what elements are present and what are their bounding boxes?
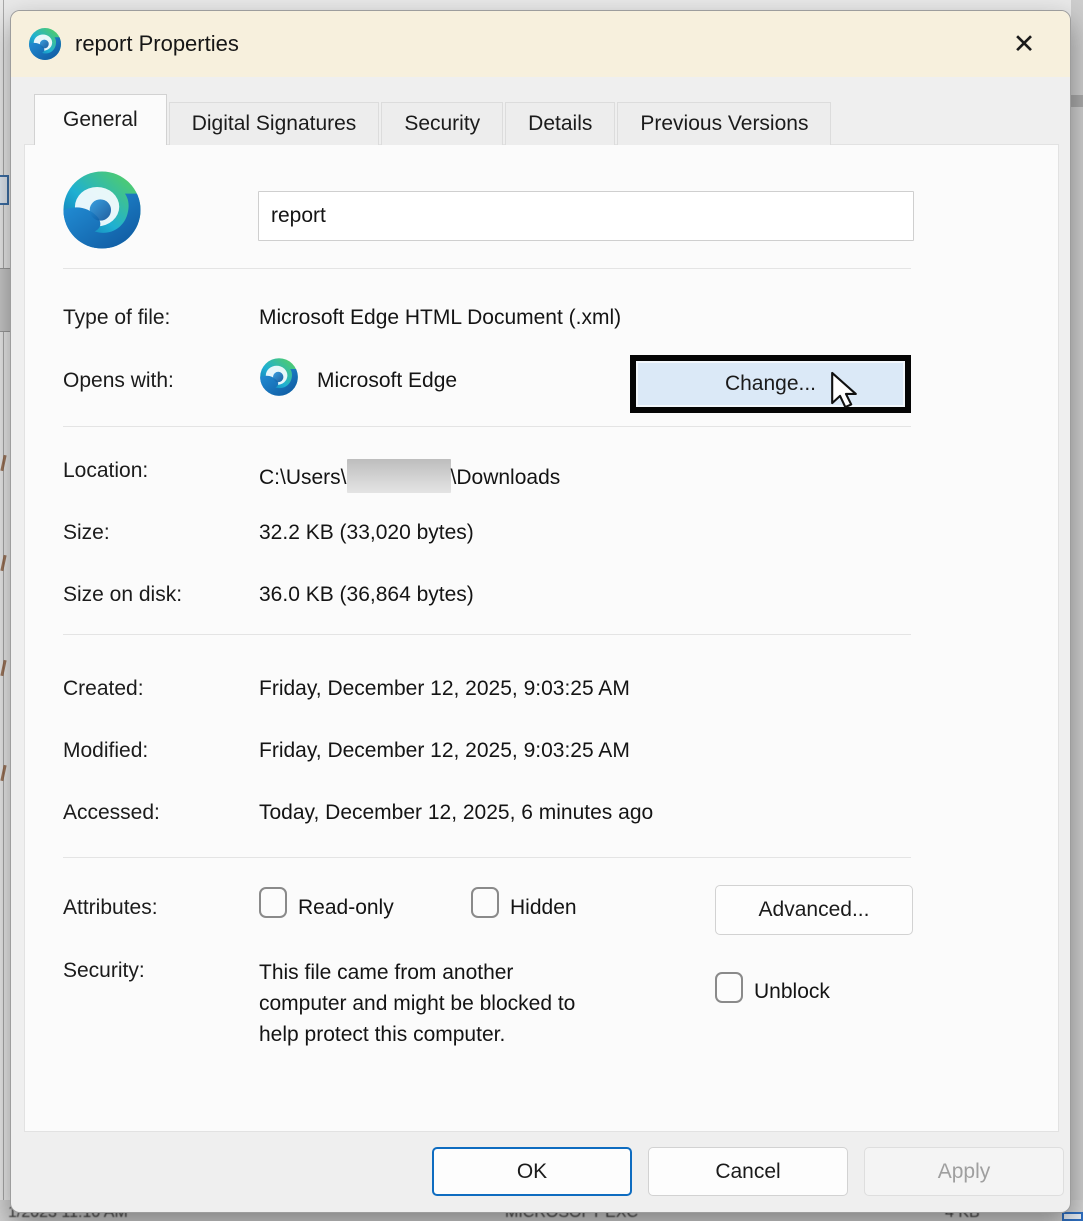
created-label: Created: [63, 677, 144, 701]
accessed-label: Accessed: [63, 801, 160, 825]
hidden-label: Hidden [510, 896, 577, 920]
attributes-label: Attributes: [63, 896, 158, 920]
security-text-line: computer and might be blocked to [259, 988, 575, 1019]
modified-label: Modified: [63, 739, 148, 763]
read-only-checkbox[interactable] [259, 887, 287, 918]
hidden-checkbox[interactable] [471, 887, 499, 918]
dialog-title: report Properties [75, 31, 239, 57]
type-of-file-value: Microsoft Edge HTML Document (.xml) [259, 306, 621, 330]
location-suffix: \Downloads [451, 466, 561, 489]
background-artifact [0, 455, 6, 471]
accessed-value: Today, December 12, 2025, 6 minutes ago [259, 801, 653, 825]
divider [63, 857, 911, 858]
tab-details[interactable]: Details [505, 102, 615, 145]
unblock-checkbox[interactable] [715, 972, 743, 1003]
background-selection-fragment [0, 175, 9, 205]
unblock-label: Unblock [754, 980, 830, 1004]
size-label: Size: [63, 521, 110, 545]
properties-dialog: report Properties ✕ General Digital Sign… [10, 10, 1071, 1213]
mouse-cursor-icon [823, 369, 865, 411]
background-artifact [0, 765, 6, 781]
change-button-label: Change... [725, 372, 816, 396]
security-text-line: This file came from another [259, 957, 575, 988]
location-value: C:\Users\ \Downloads [259, 459, 560, 493]
tab-bar: General Digital Signatures Security Deta… [34, 94, 833, 145]
tab-security[interactable]: Security [381, 102, 503, 145]
security-text-line: help protect this computer. [259, 1019, 575, 1050]
size-on-disk-value: 36.0 KB (36,864 bytes) [259, 583, 474, 607]
edge-icon [28, 27, 62, 61]
type-of-file-label: Type of file: [63, 306, 170, 330]
background-focus-fragment [1062, 1212, 1083, 1221]
tab-general[interactable]: General [34, 94, 167, 145]
background-scrollbar-thumb [1071, 95, 1083, 107]
cancel-button[interactable]: Cancel [648, 1147, 848, 1196]
location-prefix: C:\Users\ [259, 466, 347, 489]
tab-previous-versions[interactable]: Previous Versions [617, 102, 831, 145]
file-name-input[interactable] [258, 191, 914, 241]
background-scrollbar [1071, 0, 1083, 1221]
ok-button[interactable]: OK [432, 1147, 632, 1196]
divider [63, 426, 911, 427]
close-icon[interactable]: ✕ [1006, 26, 1042, 62]
screen: 1/2023 11:10 AM MICROSOFT EXC 4 KB repor… [0, 0, 1083, 1221]
background-row-fragment [0, 268, 10, 332]
size-on-disk-label: Size on disk: [63, 583, 182, 607]
size-value: 32.2 KB (33,020 bytes) [259, 521, 474, 545]
tab-digital-signatures[interactable]: Digital Signatures [169, 102, 380, 145]
opens-with-value: Microsoft Edge [317, 369, 457, 393]
opens-with-edge-icon [259, 357, 299, 397]
security-label: Security: [63, 959, 145, 983]
location-label: Location: [63, 459, 148, 483]
read-only-label: Read-only [298, 896, 394, 920]
redacted-username [347, 459, 451, 493]
divider [63, 634, 911, 635]
opens-with-label: Opens with: [63, 369, 174, 393]
titlebar[interactable]: report Properties ✕ [11, 11, 1070, 77]
modified-value: Friday, December 12, 2025, 9:03:25 AM [259, 739, 630, 763]
security-text: This file came from another computer and… [259, 957, 575, 1050]
created-value: Friday, December 12, 2025, 9:03:25 AM [259, 677, 630, 701]
apply-button: Apply [864, 1147, 1064, 1196]
background-artifact [0, 555, 6, 571]
file-type-edge-icon [61, 169, 143, 251]
background-artifact [0, 660, 6, 676]
change-button[interactable]: Change... [630, 355, 911, 413]
advanced-button[interactable]: Advanced... [715, 885, 913, 935]
divider [63, 268, 911, 269]
